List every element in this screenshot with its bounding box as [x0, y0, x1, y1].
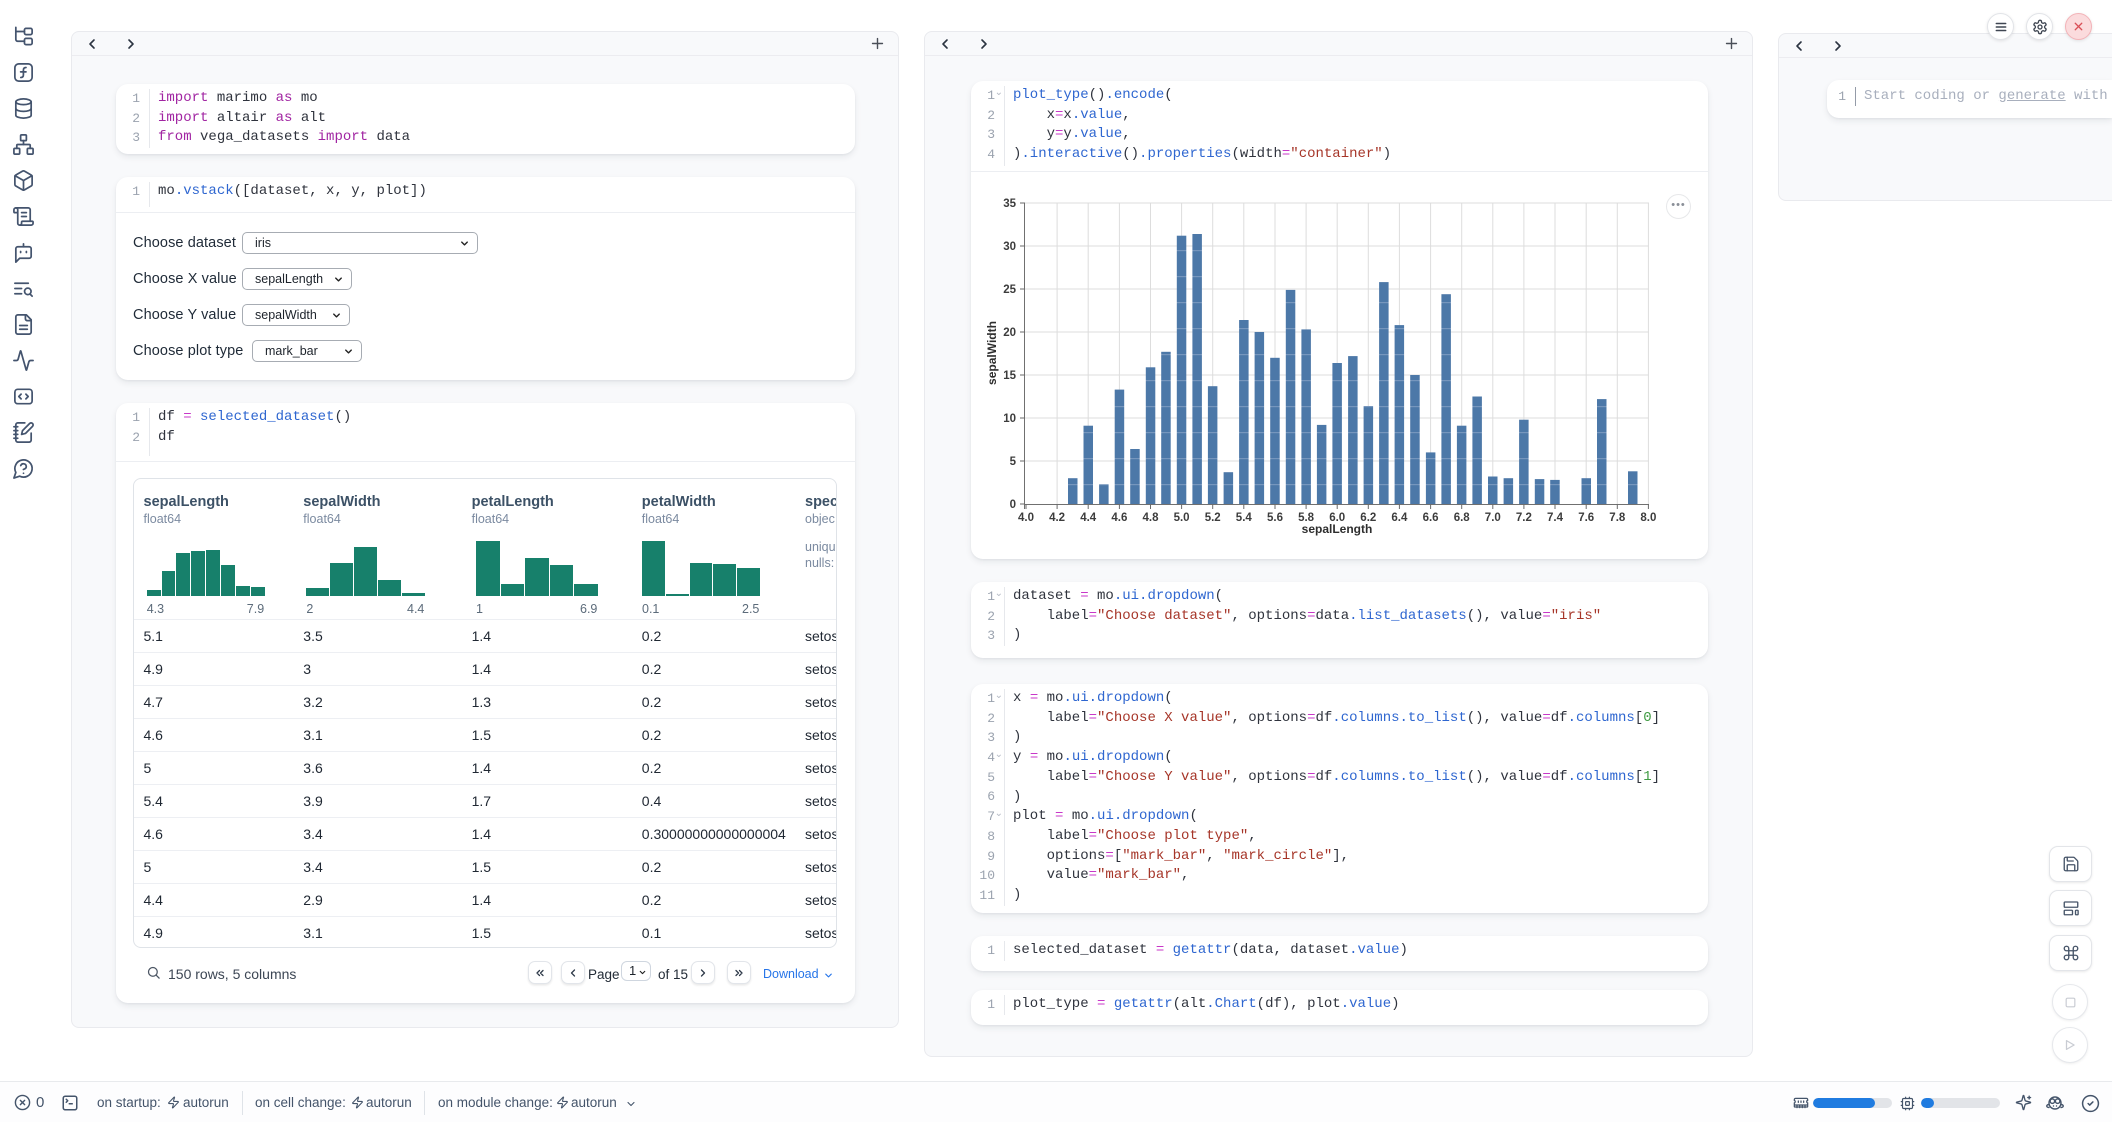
svg-text:4.8: 4.8	[1143, 512, 1160, 524]
svg-text:5: 5	[1010, 456, 1017, 468]
svg-text:20: 20	[1003, 327, 1016, 339]
svg-text:0: 0	[1010, 499, 1016, 511]
svg-text:sepalLength: sepalLength	[1302, 522, 1373, 536]
svg-text:4.0: 4.0	[1018, 512, 1034, 524]
svg-text:8.0: 8.0	[1640, 512, 1656, 524]
svg-text:4.2: 4.2	[1049, 512, 1065, 524]
svg-text:30: 30	[1003, 241, 1016, 253]
svg-text:sepalWidth: sepalWidth	[985, 321, 999, 385]
svg-text:4.4: 4.4	[1080, 512, 1097, 524]
svg-text:5.2: 5.2	[1205, 512, 1221, 524]
svg-text:10: 10	[1003, 413, 1016, 425]
svg-text:7.6: 7.6	[1578, 512, 1594, 524]
svg-text:15: 15	[1003, 370, 1016, 382]
svg-text:6.8: 6.8	[1454, 512, 1471, 524]
svg-text:5.4: 5.4	[1236, 512, 1253, 524]
svg-text:5.0: 5.0	[1174, 512, 1190, 524]
svg-text:6.4: 6.4	[1391, 512, 1408, 524]
svg-text:5.6: 5.6	[1267, 512, 1283, 524]
svg-text:35: 35	[1003, 198, 1016, 210]
svg-text:4.6: 4.6	[1111, 512, 1127, 524]
svg-text:7.8: 7.8	[1609, 512, 1626, 524]
svg-text:7.2: 7.2	[1516, 512, 1532, 524]
svg-text:7.0: 7.0	[1485, 512, 1501, 524]
svg-text:25: 25	[1003, 284, 1016, 296]
svg-text:6.6: 6.6	[1423, 512, 1439, 524]
svg-text:7.4: 7.4	[1547, 512, 1564, 524]
